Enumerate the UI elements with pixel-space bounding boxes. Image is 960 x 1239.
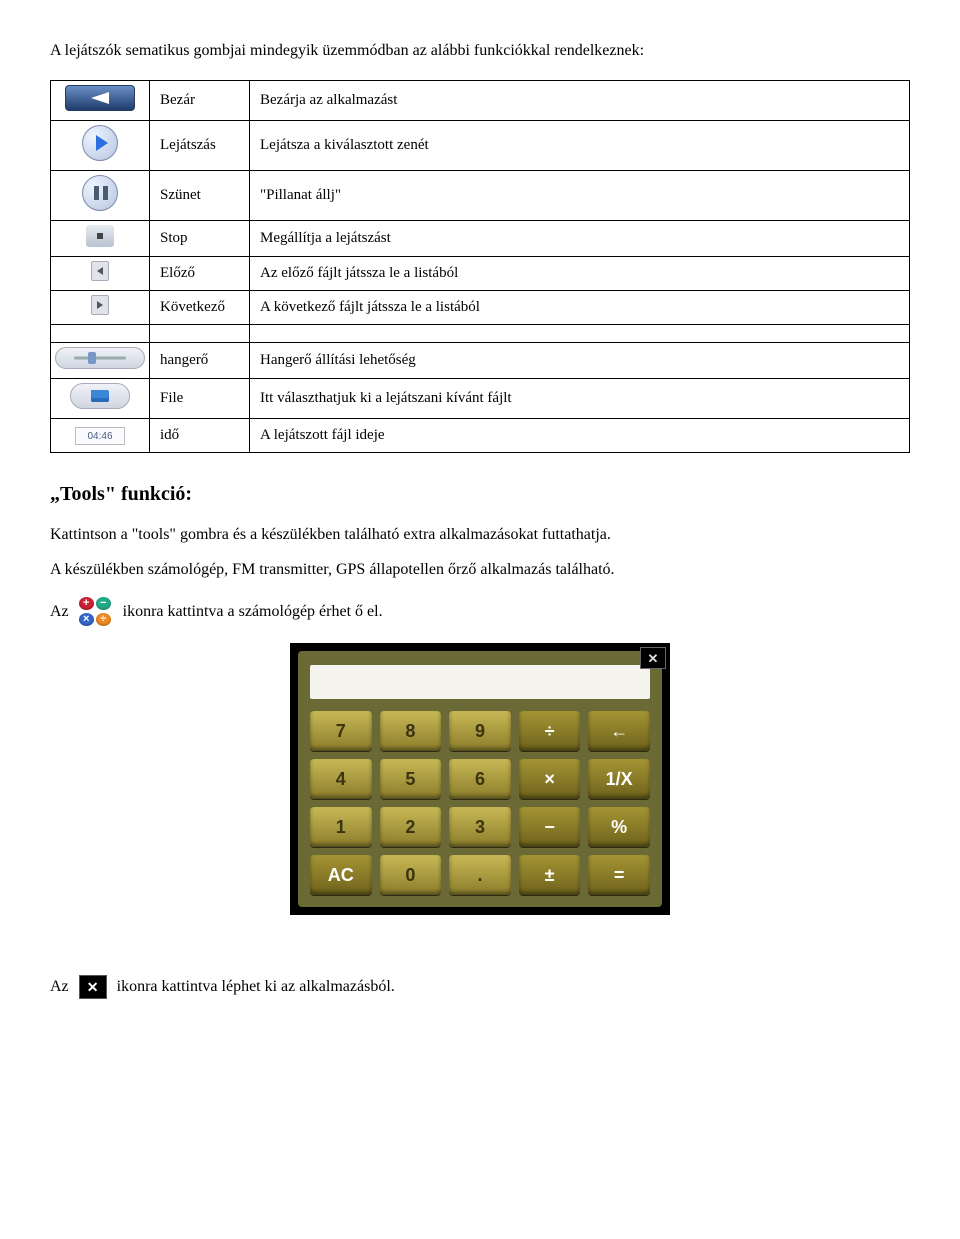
- calc-key-8[interactable]: 8: [380, 711, 442, 751]
- table-row: hangerő Hangerő állítási lehetőség: [51, 343, 910, 379]
- play-icon: [51, 121, 150, 171]
- stop-icon: [51, 221, 150, 257]
- row-desc: Lejátsza a kiválasztott zenét: [250, 121, 910, 171]
- calculator-window: ✕ 7 8 9 ÷ ← 4 5 6 × 1/X 1 2 3 − % AC 0 .…: [290, 643, 670, 915]
- text-az: Az: [50, 603, 69, 621]
- row-desc: Itt választhatjuk ki a lejátszani kívánt…: [250, 379, 910, 419]
- volume-icon: [51, 343, 150, 379]
- calc-key-multiply[interactable]: ×: [519, 759, 581, 799]
- text-after-icon: ikonra kattintva léphet ki az alkalmazás…: [117, 978, 395, 996]
- tools-paragraph-1: Kattintson a "tools" gombra és a készülé…: [50, 524, 910, 546]
- calculator-launcher-icon[interactable]: + − × ÷: [79, 597, 113, 627]
- calc-key-backspace[interactable]: ←: [588, 711, 650, 751]
- calc-key-2[interactable]: 2: [380, 807, 442, 847]
- row-desc: Megállítja a lejátszást: [250, 221, 910, 257]
- next-icon: [51, 291, 150, 325]
- row-label: Stop: [150, 221, 250, 257]
- text-az: Az: [50, 978, 69, 996]
- tools-paragraph-2: A készülékben számológép, FM transmitter…: [50, 559, 910, 581]
- row-label: Bezár: [150, 81, 250, 121]
- pause-icon: [51, 171, 150, 221]
- row-desc: Hangerő állítási lehetőség: [250, 343, 910, 379]
- row-desc: A következő fájlt játssza le a listából: [250, 291, 910, 325]
- prev-icon: [51, 257, 150, 291]
- file-icon: [51, 379, 150, 419]
- row-label: File: [150, 379, 250, 419]
- player-controls-table: Bezár Bezárja az alkalmazást Lejátszás L…: [50, 80, 910, 453]
- calculator-display: [310, 665, 650, 699]
- time-icon: 04:46: [51, 419, 150, 453]
- table-row: Lejátszás Lejátsza a kiválasztott zenét: [51, 121, 910, 171]
- row-desc: A lejátszott fájl ideje: [250, 419, 910, 453]
- calc-key-0[interactable]: 0: [380, 855, 442, 895]
- calc-key-7[interactable]: 7: [310, 711, 372, 751]
- calc-key-1[interactable]: 1: [310, 807, 372, 847]
- calculator-close-button[interactable]: ✕: [640, 647, 666, 669]
- text-after-icon: ikonra kattintva a számológép érhet ő el…: [123, 603, 383, 621]
- table-row: 04:46 idő A lejátszott fájl ideje: [51, 419, 910, 453]
- close-back-icon: [51, 81, 150, 121]
- table-row: Következő A következő fájlt játssza le a…: [51, 291, 910, 325]
- row-desc: Az előző fájlt játssza le a listából: [250, 257, 910, 291]
- calc-key-5[interactable]: 5: [380, 759, 442, 799]
- intro-text: A lejátszók sematikus gombjai mindegyik …: [50, 40, 910, 62]
- row-desc: "Pillanat állj": [250, 171, 910, 221]
- calc-key-divide[interactable]: ÷: [519, 711, 581, 751]
- calc-key-9[interactable]: 9: [449, 711, 511, 751]
- table-row: Szünet "Pillanat állj": [51, 171, 910, 221]
- calc-key-3[interactable]: 3: [449, 807, 511, 847]
- table-row: File Itt választhatjuk ki a lejátszani k…: [51, 379, 910, 419]
- close-app-icon[interactable]: ✕: [79, 975, 107, 999]
- calc-key-percent[interactable]: %: [588, 807, 650, 847]
- row-desc: Bezárja az alkalmazást: [250, 81, 910, 121]
- tools-heading: „Tools" funkció:: [50, 483, 910, 506]
- table-row: Stop Megállítja a lejátszást: [51, 221, 910, 257]
- calc-key-reciprocal[interactable]: 1/X: [588, 759, 650, 799]
- calc-key-dot[interactable]: .: [449, 855, 511, 895]
- calc-key-plusminus[interactable]: ±: [519, 855, 581, 895]
- calc-key-ac[interactable]: AC: [310, 855, 372, 895]
- table-row: Előző Az előző fájlt játssza le a listáb…: [51, 257, 910, 291]
- row-label: Szünet: [150, 171, 250, 221]
- calc-key-equals[interactable]: =: [588, 855, 650, 895]
- app-close-line: Az ✕ ikonra kattintva léphet ki az alkal…: [50, 975, 910, 999]
- row-label: Következő: [150, 291, 250, 325]
- calc-key-6[interactable]: 6: [449, 759, 511, 799]
- table-row: Bezár Bezárja az alkalmazást: [51, 81, 910, 121]
- calc-key-minus[interactable]: −: [519, 807, 581, 847]
- row-label: idő: [150, 419, 250, 453]
- calc-key-4[interactable]: 4: [310, 759, 372, 799]
- calculator-keypad: 7 8 9 ÷ ← 4 5 6 × 1/X 1 2 3 − % AC 0 . ±…: [310, 711, 650, 895]
- row-label: hangerő: [150, 343, 250, 379]
- calculator-open-line: Az + − × ÷ ikonra kattintva a számológép…: [50, 597, 910, 627]
- row-label: Előző: [150, 257, 250, 291]
- row-label: Lejátszás: [150, 121, 250, 171]
